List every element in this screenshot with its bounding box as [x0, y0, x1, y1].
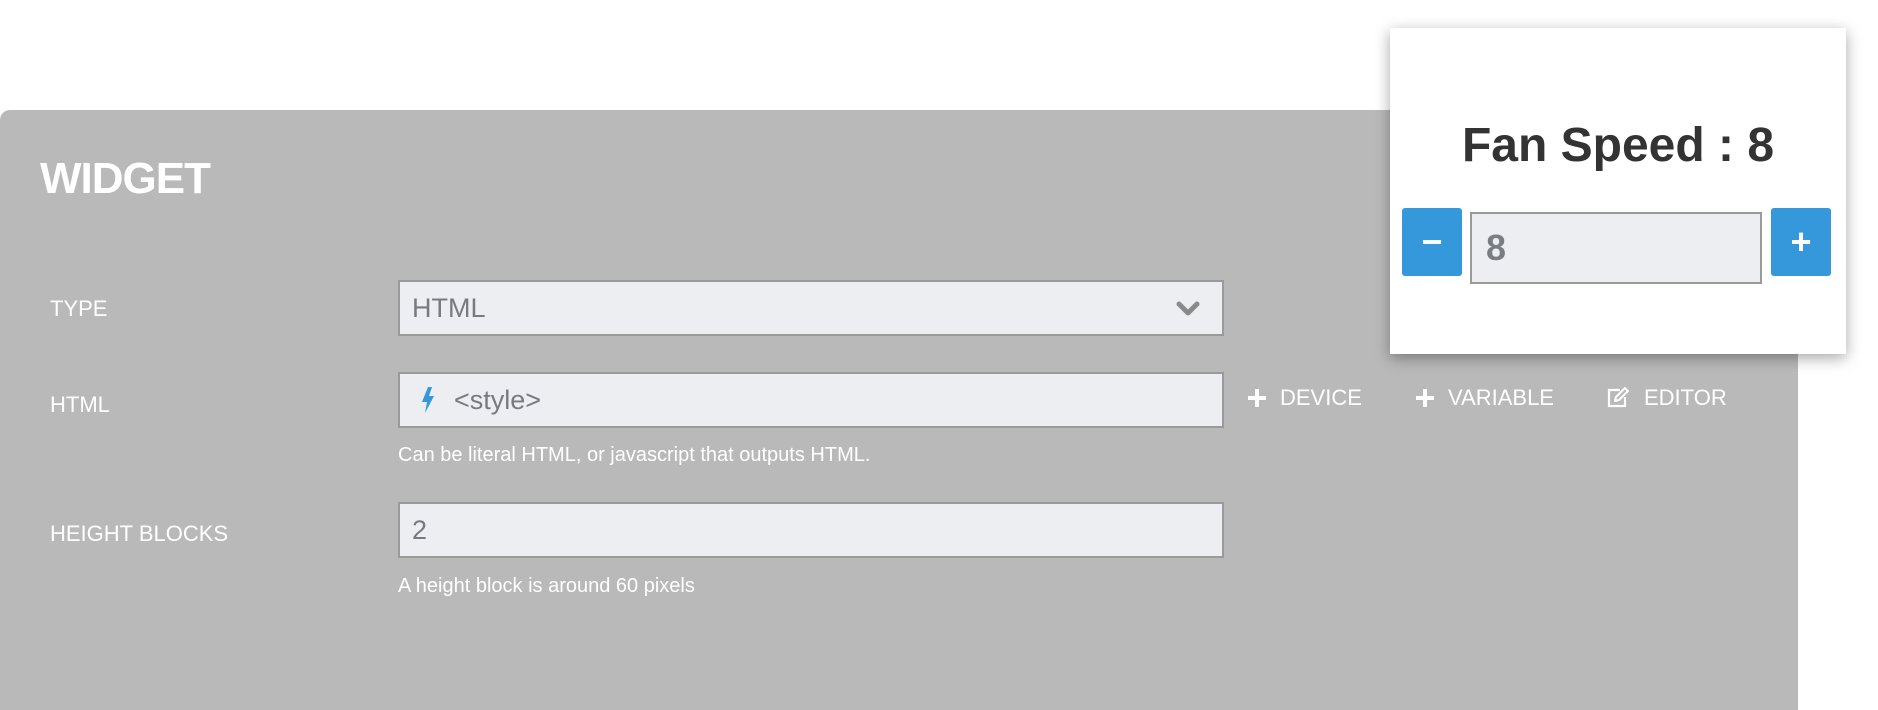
add-device-label: DEVICE	[1280, 385, 1362, 410]
editor-label: EDITOR	[1644, 385, 1727, 410]
height-blocks-input[interactable]: 2	[398, 502, 1224, 558]
add-variable-button[interactable]: VARIABLE	[1416, 385, 1554, 411]
html-input[interactable]: <style>	[398, 372, 1224, 428]
fan-speed-input[interactable]	[1470, 212, 1762, 284]
html-help-text: Can be literal HTML, or javascript that …	[398, 444, 871, 466]
lightning-bolt-icon	[422, 387, 434, 413]
increment-button[interactable]: +	[1771, 208, 1831, 276]
widget-preview-popup: Fan Speed : 8 − +	[1390, 28, 1846, 354]
html-label: HTML	[50, 392, 110, 417]
edit-icon	[1607, 387, 1629, 408]
add-device-button[interactable]: DEVICE	[1248, 385, 1362, 411]
height-blocks-help-text: A height block is around 60 pixels	[398, 575, 695, 597]
type-select-value: HTML	[412, 292, 486, 323]
widget-title: WIDGET	[40, 154, 211, 203]
chevron-down-icon	[1176, 301, 1200, 316]
add-variable-label: VARIABLE	[1448, 385, 1554, 410]
plus-icon	[1416, 389, 1434, 407]
fan-speed-title: Fan Speed : 8	[1461, 119, 1775, 172]
height-blocks-value: 2	[412, 514, 428, 545]
type-label: TYPE	[50, 296, 108, 321]
html-input-value: <style>	[454, 384, 542, 415]
height-blocks-label: HEIGHT BLOCKS	[50, 521, 229, 546]
type-select[interactable]: HTML	[398, 280, 1224, 336]
plus-icon	[1248, 389, 1266, 407]
editor-button[interactable]: EDITOR	[1606, 385, 1727, 411]
decrement-button[interactable]: −	[1402, 208, 1462, 276]
